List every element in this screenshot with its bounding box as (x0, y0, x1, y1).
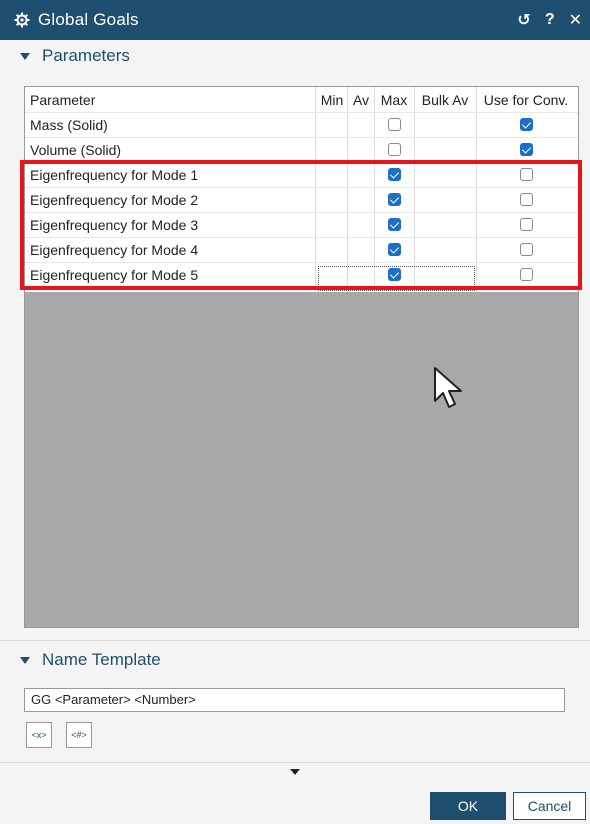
title-bar: Global Goals ↺ ? ✕ (0, 0, 590, 40)
max-cell (375, 112, 413, 137)
use-for-conv-cell (477, 187, 575, 212)
close-icon[interactable]: ✕ (569, 10, 582, 30)
gear-icon (14, 12, 30, 28)
more-options-expander[interactable] (0, 762, 590, 782)
cancel-button[interactable]: Cancel (513, 792, 586, 820)
name-template-section-header[interactable]: Name Template (16, 650, 161, 670)
chevron-down-icon (290, 769, 300, 775)
parameter-name: Eigenfrequency for Mode 4 (30, 241, 199, 258)
table-row[interactable]: Eigenfrequency for Mode 4 (25, 237, 578, 262)
table-row[interactable]: Eigenfrequency for Mode 5 (25, 262, 578, 287)
max-checkbox[interactable] (387, 168, 401, 181)
collapse-triangle-icon (20, 656, 30, 664)
column-header-max[interactable]: Max (375, 87, 413, 112)
use-for-conv-cell (477, 162, 575, 187)
parameter-name: Eigenfrequency for Mode 2 (30, 191, 199, 208)
use-for-conv-checkbox[interactable] (519, 218, 533, 231)
column-header-parameter[interactable]: Parameter (30, 87, 315, 112)
focused-cell (318, 266, 475, 291)
table-row[interactable]: Mass (Solid) (25, 112, 578, 137)
table-row[interactable]: Eigenfrequency for Mode 1 (25, 162, 578, 187)
parameters-header-label: Parameters (42, 46, 130, 65)
use-for-conv-checkbox[interactable] (519, 168, 533, 181)
column-header-av[interactable]: Av (348, 87, 374, 112)
use-for-conv-checkbox[interactable] (519, 143, 533, 156)
table-row[interactable]: Eigenfrequency for Mode 2 (25, 187, 578, 212)
window-title: Global Goals (38, 10, 139, 29)
use-for-conv-checkbox[interactable] (519, 193, 533, 206)
parameters-section-header[interactable]: Parameters (16, 46, 130, 66)
name-template-header-label: Name Template (42, 650, 161, 669)
use-for-conv-checkbox[interactable] (519, 268, 533, 281)
max-cell (375, 237, 413, 262)
column-header-bulk-av[interactable]: Bulk Av (415, 87, 475, 112)
insert-parameter-button[interactable]: <x> (26, 722, 52, 748)
insert-number-button[interactable]: <#> (66, 722, 92, 748)
max-cell (375, 137, 413, 162)
ok-button[interactable]: OK (430, 792, 506, 820)
max-checkbox[interactable] (387, 143, 401, 156)
table-empty-area (25, 292, 578, 627)
parameters-table: Parameter Min Av Max Bulk Av Use for Con… (24, 86, 579, 628)
mouse-cursor-icon (434, 367, 462, 408)
use-for-conv-cell (477, 212, 575, 237)
max-cell (375, 212, 413, 237)
use-for-conv-cell (477, 262, 575, 287)
parameter-name: Eigenfrequency for Mode 5 (30, 266, 199, 283)
column-header-use-for-conv[interactable]: Use for Conv. (477, 87, 575, 112)
parameter-name: Eigenfrequency for Mode 1 (30, 166, 199, 183)
max-checkbox[interactable] (387, 243, 401, 256)
use-for-conv-cell (477, 112, 575, 137)
use-for-conv-cell (477, 137, 575, 162)
max-checkbox[interactable] (387, 118, 401, 131)
max-cell (375, 162, 413, 187)
table-row[interactable]: Eigenfrequency for Mode 3 (25, 212, 578, 237)
help-icon[interactable]: ? (545, 11, 555, 29)
max-checkbox[interactable] (387, 193, 401, 206)
table-header-row: Parameter Min Av Max Bulk Av Use for Con… (25, 87, 578, 112)
max-cell (375, 187, 413, 212)
use-for-conv-cell (477, 237, 575, 262)
use-for-conv-checkbox[interactable] (519, 243, 533, 256)
column-header-min[interactable]: Min (317, 87, 347, 112)
parameter-name: Mass (Solid) (30, 116, 108, 133)
parameter-name: Volume (Solid) (30, 141, 122, 158)
parameter-name: Eigenfrequency for Mode 3 (30, 216, 199, 233)
table-row[interactable]: Volume (Solid) (25, 137, 578, 162)
name-template-input[interactable]: GG <Parameter> <Number> (24, 688, 565, 712)
collapse-triangle-icon (20, 52, 30, 60)
max-checkbox[interactable] (387, 218, 401, 231)
use-for-conv-checkbox[interactable] (519, 118, 533, 131)
reset-icon[interactable]: ↺ (517, 10, 530, 30)
